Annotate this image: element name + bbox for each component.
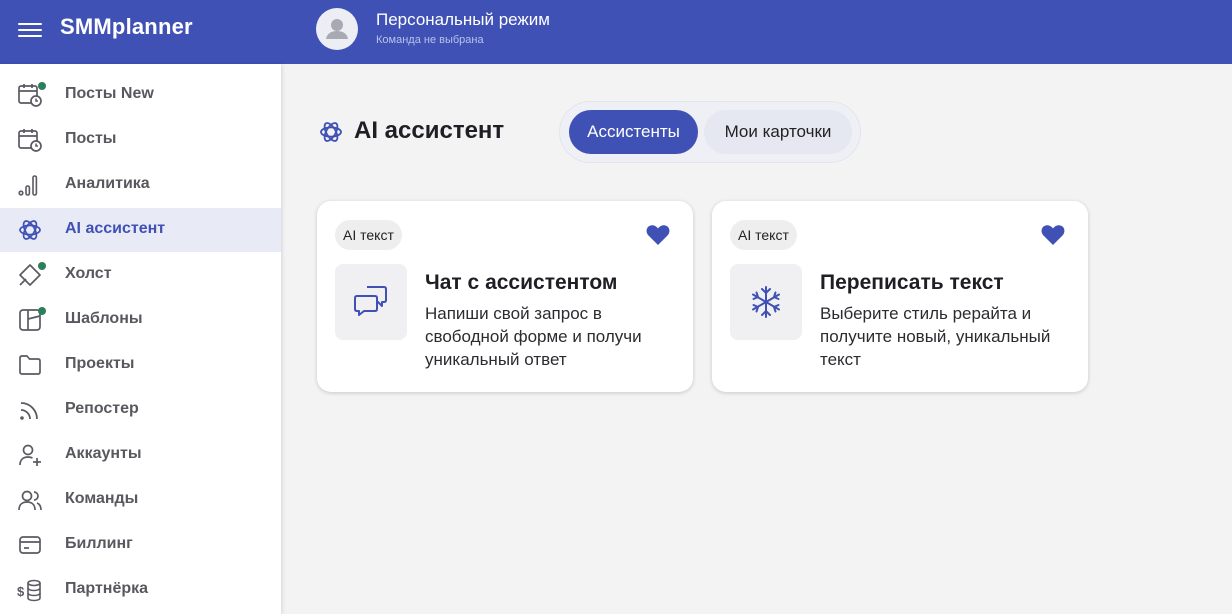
heart-icon[interactable]	[645, 223, 671, 247]
sidebar-item-billing[interactable]: Биллинг	[0, 523, 281, 567]
card-title: Чат с ассистентом	[425, 271, 618, 294]
menu-icon[interactable]	[18, 19, 42, 43]
assistant-card-rewrite[interactable]: AI текст Переписать текст Выберите стиль…	[712, 201, 1088, 392]
page-title: AI ассистент	[354, 117, 505, 144]
heart-icon[interactable]	[1040, 223, 1066, 247]
sidebar-item-label: Репостер	[65, 400, 139, 417]
sidebar-item-posts-new[interactable]: Посты New	[0, 73, 281, 117]
sidebar-item-reposter[interactable]: Репостер	[0, 388, 281, 432]
sidebar-item-analytics[interactable]: Аналитика	[0, 163, 281, 207]
avatar[interactable]	[316, 8, 358, 50]
app-logo[interactable]: SMMplanner	[60, 14, 193, 40]
sidebar-item-label: Шаблоны	[65, 310, 143, 327]
calendar-clock-icon	[18, 129, 42, 152]
sidebar-item-label: Команды	[65, 490, 139, 507]
status-dot	[38, 262, 46, 270]
rss-icon	[20, 402, 38, 420]
sidebar-item-projects[interactable]: Проекты	[0, 343, 281, 387]
sidebar-item-ai-assistant[interactable]: AI ассистент	[0, 208, 281, 252]
category-badge: AI текст	[730, 220, 797, 250]
sidebar-item-templates[interactable]: Шаблоны	[0, 298, 281, 342]
svg-text:$: $	[17, 584, 25, 599]
credit-card-icon	[19, 536, 41, 554]
sidebar-item-label: Аккаунты	[65, 445, 142, 462]
sidebar-item-label: Посты	[65, 130, 117, 147]
card-title: Переписать текст	[820, 271, 1004, 294]
openai-icon	[320, 122, 342, 142]
user-plus-icon	[19, 444, 41, 466]
sidebar-item-label: Аналитика	[65, 175, 150, 192]
coins-dollar-icon: $	[17, 579, 41, 602]
sidebar-item-partner[interactable]: $ Партнёрка	[0, 568, 281, 612]
sidebar-item-canvas[interactable]: Холст	[0, 253, 281, 297]
tab-switcher: Ассистенты Мои карточки	[560, 102, 860, 162]
card-description: Выберите стиль рерайта и получите новый,…	[820, 304, 1051, 369]
mode-title[interactable]: Персональный режим	[376, 10, 550, 30]
status-dot	[38, 307, 46, 315]
user-icon	[326, 19, 348, 39]
snowflake-icon	[752, 286, 780, 318]
sidebar-item-accounts[interactable]: Аккаунты	[0, 433, 281, 477]
card-icon-tile	[730, 264, 802, 340]
sidebar-item-label: Партнёрка	[65, 580, 149, 597]
mode-subtitle: Команда не выбрана	[376, 34, 484, 46]
top-bar: SMMplanner Персональный режим Команда не…	[0, 0, 1232, 64]
card-icon-tile	[335, 264, 407, 340]
sidebar-item-label: Биллинг	[65, 535, 133, 552]
users-icon	[18, 490, 42, 511]
openai-icon	[19, 220, 41, 240]
tab-my-cards[interactable]: Мои карточки	[704, 110, 852, 154]
sidebar-item-teams[interactable]: Команды	[0, 478, 281, 522]
status-dot	[38, 82, 46, 90]
category-badge: AI текст	[335, 220, 402, 250]
sidebar-item-label: Посты New	[65, 85, 154, 102]
bar-chart-icon	[18, 175, 38, 196]
sidebar-item-label: AI ассистент	[65, 220, 166, 237]
sidebar-item-label: Проекты	[65, 355, 135, 372]
card-description: Напиши свой запрос в свободной форме и п…	[425, 304, 642, 369]
sidebar-item-label: Холст	[65, 265, 112, 282]
sidebar: Посты New Посты Аналитика AI ассистент Х…	[0, 64, 281, 614]
folder-icon	[19, 355, 41, 375]
tab-assistants[interactable]: Ассистенты	[569, 110, 698, 154]
chat-bubbles-icon	[354, 286, 387, 316]
sidebar-item-posts[interactable]: Посты	[0, 118, 281, 162]
assistant-card-chat[interactable]: AI текст Чат с ассистентом Напиши свой з…	[317, 201, 693, 392]
